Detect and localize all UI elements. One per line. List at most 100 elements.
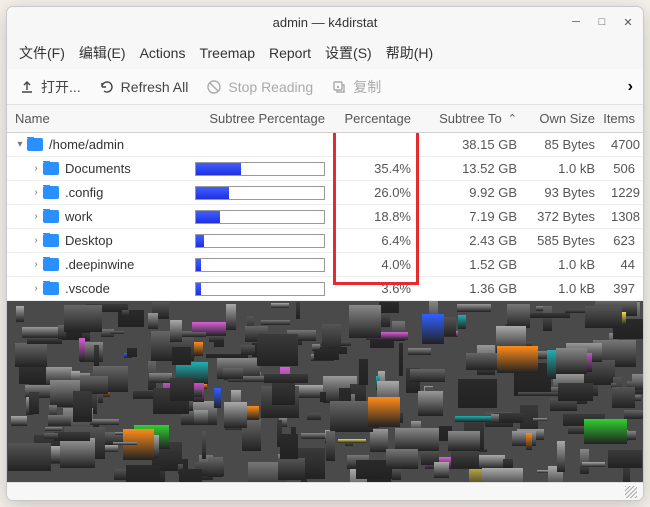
- menu-report[interactable]: Report: [269, 45, 311, 61]
- treemap-block[interactable]: [457, 304, 491, 312]
- treemap-block[interactable]: [113, 442, 136, 445]
- open-button[interactable]: 打开...: [19, 77, 81, 97]
- treemap-block[interactable]: [11, 416, 27, 425]
- treemap-block[interactable]: [410, 369, 444, 382]
- treemap-block[interactable]: [623, 468, 631, 482]
- treemap-block[interactable]: [314, 349, 339, 360]
- treemap-block[interactable]: [48, 415, 72, 427]
- treemap-block[interactable]: [448, 431, 480, 451]
- treemap-block[interactable]: [503, 459, 512, 467]
- toolbar-overflow-icon[interactable]: ›: [628, 78, 633, 96]
- treemap-block[interactable]: [527, 313, 570, 318]
- treemap-block[interactable]: [202, 431, 207, 459]
- treemap-block[interactable]: [79, 338, 84, 360]
- treemap-block[interactable]: [512, 431, 536, 446]
- treemap-block[interactable]: [73, 391, 92, 422]
- treemap-block[interactable]: [408, 348, 432, 355]
- treemap-block[interactable]: [386, 449, 418, 469]
- treemap-block[interactable]: [8, 443, 51, 472]
- treemap-block[interactable]: [27, 339, 62, 344]
- header-subtree-total[interactable]: Subtree To: [419, 111, 525, 126]
- treemap-block[interactable]: [241, 345, 254, 355]
- table-row[interactable]: ›Documents35.4%13.52 GB1.0 kB506: [7, 157, 643, 181]
- treemap-block[interactable]: [507, 304, 530, 329]
- treemap-view[interactable]: [7, 301, 643, 482]
- treemap-block[interactable]: [584, 419, 628, 444]
- treemap-block[interactable]: [458, 379, 497, 409]
- treemap-block[interactable]: [127, 348, 137, 356]
- menu-treemap[interactable]: Treemap: [199, 45, 255, 61]
- treemap-block[interactable]: [497, 346, 539, 373]
- treemap-block[interactable]: [349, 305, 381, 338]
- menu-file[interactable]: 文件(F): [19, 43, 65, 63]
- treemap-block[interactable]: [64, 305, 102, 332]
- treemap-block[interactable]: [194, 410, 208, 426]
- treemap-block[interactable]: [422, 314, 444, 345]
- table-row[interactable]: ›.vscode3.6%1.36 GB1.0 kB397: [7, 277, 643, 301]
- expand-arrow-icon[interactable]: ›: [29, 259, 43, 270]
- treemap-block[interactable]: [491, 414, 499, 423]
- treemap-block[interactable]: [526, 433, 532, 450]
- treemap-block[interactable]: [370, 429, 388, 452]
- header-percentage[interactable]: Percentage: [333, 111, 419, 126]
- treemap-block[interactable]: [338, 439, 365, 443]
- header-subtree-percentage[interactable]: Subtree Percentage: [187, 111, 333, 126]
- menu-help[interactable]: 帮助(H): [386, 43, 433, 63]
- treemap-block[interactable]: [296, 302, 300, 320]
- menu-edit[interactable]: 编辑(E): [79, 43, 126, 63]
- treemap-block[interactable]: [612, 387, 636, 407]
- treemap-block[interactable]: [45, 427, 62, 431]
- treemap-block[interactable]: [458, 315, 466, 328]
- treemap-block[interactable]: [60, 438, 95, 469]
- treemap-block[interactable]: [15, 343, 46, 367]
- treemap-block[interactable]: [320, 392, 326, 403]
- treemap-block[interactable]: [466, 353, 498, 369]
- treemap-block[interactable]: [280, 434, 299, 459]
- expand-arrow-icon[interactable]: ›: [29, 187, 43, 198]
- header-name[interactable]: Name: [7, 111, 187, 126]
- treemap-block[interactable]: [518, 392, 562, 396]
- treemap-block[interactable]: [264, 374, 308, 384]
- menu-actions[interactable]: Actions: [140, 45, 186, 61]
- treemap-block[interactable]: [301, 433, 324, 439]
- table-row[interactable]: ›.config26.0%9.92 GB93 Bytes1229: [7, 181, 643, 205]
- treemap-block[interactable]: [214, 340, 224, 347]
- treemap-block[interactable]: [90, 419, 120, 425]
- treemap-block[interactable]: [226, 304, 236, 330]
- treemap-block[interactable]: [16, 306, 25, 322]
- close-button[interactable]: ✕: [621, 15, 635, 29]
- expand-arrow-icon[interactable]: ›: [29, 211, 43, 222]
- treemap-block[interactable]: [585, 306, 622, 328]
- refresh-button[interactable]: Refresh All: [99, 79, 189, 95]
- treemap-block[interactable]: [149, 373, 171, 383]
- treemap-block[interactable]: [110, 331, 125, 334]
- menu-settings[interactable]: 设置(S): [325, 43, 372, 63]
- maximize-button[interactable]: □: [595, 15, 609, 29]
- treemap-block[interactable]: [608, 450, 641, 468]
- expand-arrow-icon[interactable]: ›: [29, 235, 43, 246]
- treemap-block[interactable]: [399, 343, 403, 375]
- treemap-block[interactable]: [94, 345, 99, 366]
- treemap-block[interactable]: [547, 350, 556, 379]
- treemap-block[interactable]: [54, 432, 91, 441]
- treemap-block[interactable]: [556, 348, 588, 374]
- table-row[interactable]: ›Desktop6.4%2.43 GB585 Bytes623: [7, 229, 643, 253]
- table-row[interactable]: ›work18.8%7.19 GB372 Bytes1308: [7, 205, 643, 229]
- treemap-block[interactable]: [543, 306, 552, 331]
- table-row[interactable]: ▾/home/admin38.15 GB85 Bytes4700: [7, 133, 643, 157]
- treemap-block[interactable]: [326, 431, 335, 461]
- treemap-block[interactable]: [624, 410, 643, 419]
- treemap-block[interactable]: [307, 413, 321, 420]
- treemap-block[interactable]: [271, 303, 290, 309]
- treemap-block[interactable]: [172, 347, 191, 365]
- treemap-block[interactable]: [179, 332, 207, 337]
- treemap-block[interactable]: [44, 433, 58, 439]
- treemap-block[interactable]: [536, 306, 544, 311]
- table-row[interactable]: ›.deepinwine4.0%1.52 GB1.0 kB44: [7, 253, 643, 277]
- treemap-block[interactable]: [557, 441, 565, 472]
- treemap-block[interactable]: [224, 402, 247, 428]
- treemap-block[interactable]: [359, 359, 368, 385]
- treemap-block[interactable]: [455, 416, 496, 423]
- expand-arrow-icon[interactable]: ›: [29, 163, 43, 174]
- treemap-block[interactable]: [418, 391, 443, 417]
